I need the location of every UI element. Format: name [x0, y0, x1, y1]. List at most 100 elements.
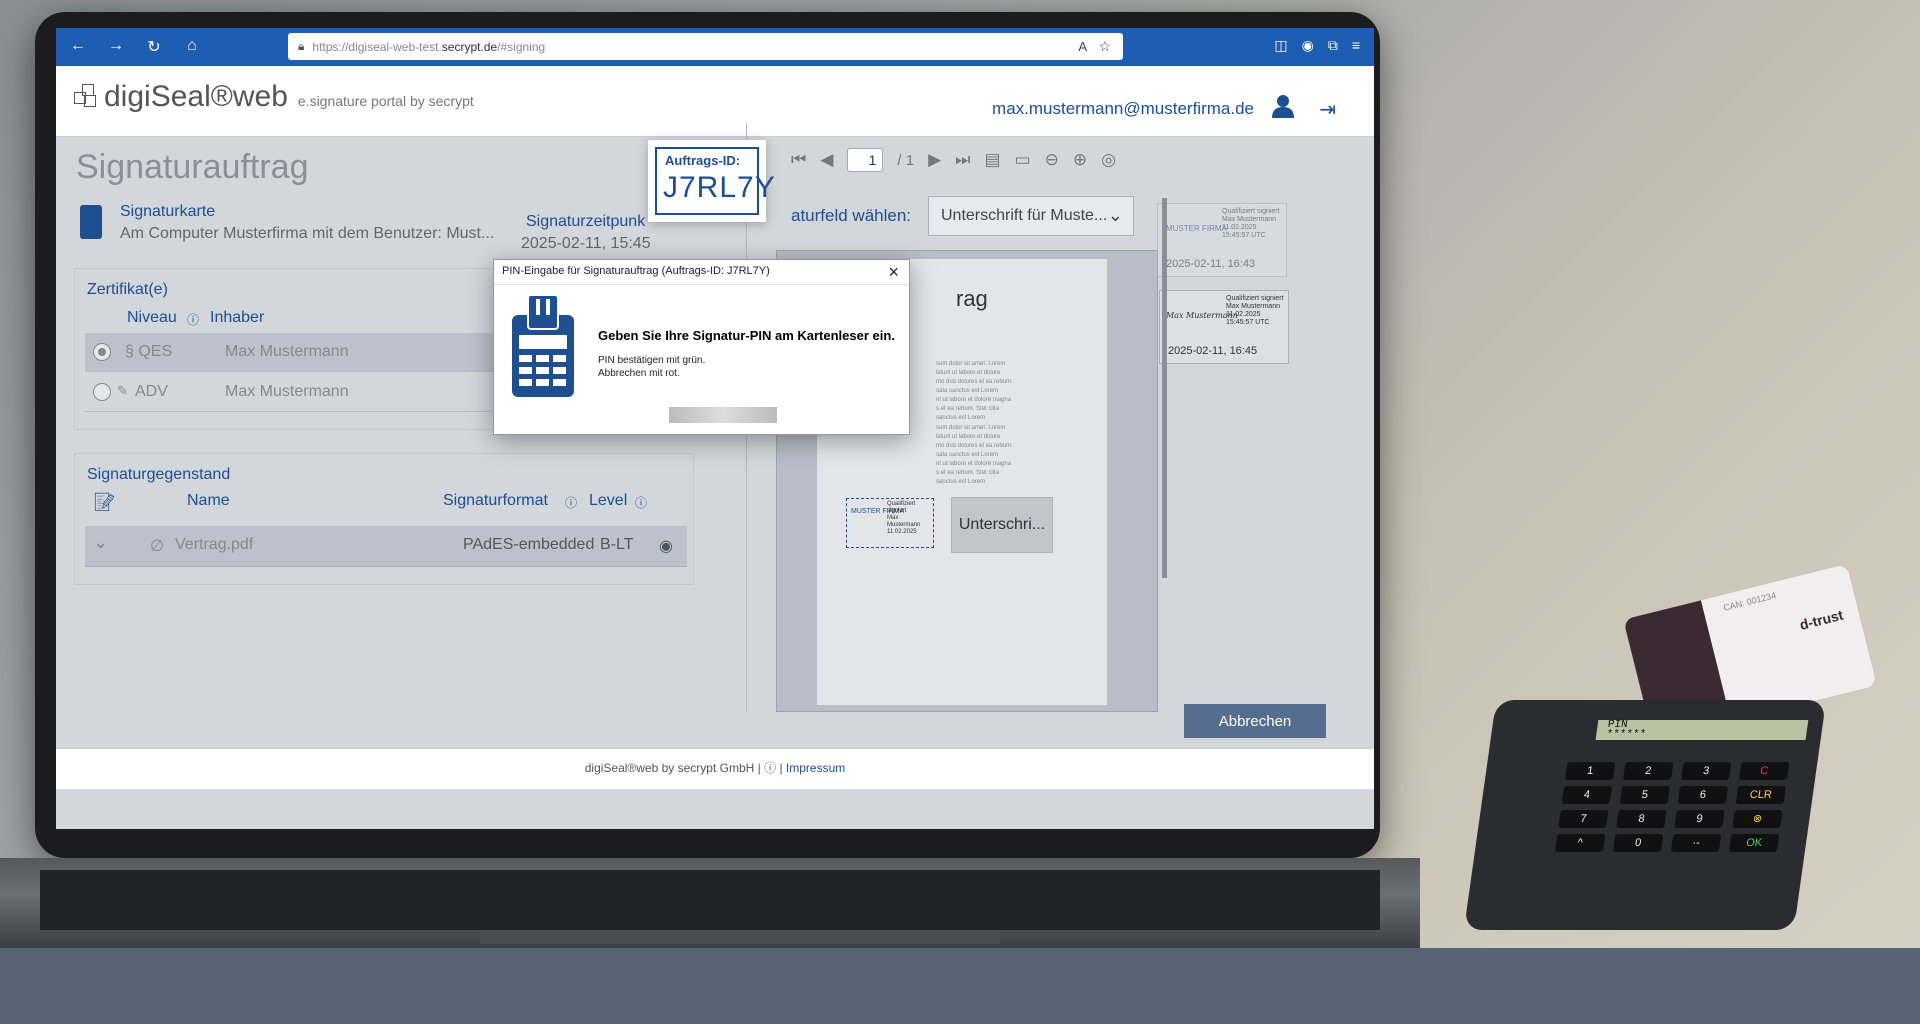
forward-arrow-icon[interactable]: → [106, 37, 126, 57]
dialog-instruction-cancel: Abbrechen mit rot. [598, 368, 680, 379]
order-id-frame: Auftrags-ID: J7RL7Y [655, 147, 775, 215]
zoom-in-icon[interactable]: ⊕ [1073, 150, 1087, 170]
info-icon[interactable]: ⓘ [635, 494, 647, 511]
signature-field-label: aturfeld wählen: [791, 206, 912, 225]
prev-page-icon[interactable]: ◀ [820, 150, 833, 170]
signature-object-row[interactable]: ⌄ ∅ Vertrag.pdf PAdES-embedded B-LT ◉ [85, 526, 687, 567]
signature-thumbnail[interactable]: MUSTER FIRMA Qualifiziert signiert Max M… [1157, 203, 1287, 277]
fit-width-icon[interactable]: ▭ [1015, 150, 1031, 170]
logout-icon[interactable]: ⇥ [1319, 97, 1336, 122]
dialog-title: PIN-Eingabe für Signaturauftrag (Auftrag… [502, 265, 770, 277]
user-icon[interactable] [1272, 94, 1294, 118]
zoom-out-icon[interactable]: ⊖ [1045, 150, 1059, 170]
cancel-button[interactable]: Abbrechen [1184, 704, 1326, 738]
reload-icon[interactable]: ↻ [144, 37, 164, 57]
column-header-level: Level [589, 492, 628, 509]
bookmark-star-icon[interactable]: ☆ [1098, 38, 1111, 55]
reader-key: ⊗ [1732, 810, 1783, 828]
reader-key: CLR [1735, 786, 1787, 804]
radio-adv[interactable] [93, 383, 111, 401]
logo-mark-icon [74, 84, 96, 107]
column-header-format: Signaturformat [443, 492, 548, 509]
card-reader-device: PIN ****** 1 2 3 C 4 5 6 CLR 7 8 9 ⊗ ^ 0 ·- OK [1463, 700, 1827, 930]
signature-field-button[interactable]: Unterschri... [951, 497, 1053, 553]
reader-key: C [1738, 762, 1790, 780]
chip-card-brand: d-trust [1797, 606, 1845, 633]
reader-key: 9 [1674, 810, 1725, 828]
reader-key: 8 [1616, 810, 1667, 828]
home-icon[interactable]: ⌂ [182, 37, 202, 57]
page-title: Signaturauftrag [76, 148, 309, 186]
signature-field-select[interactable]: Unterschrift für Muste... ⌄ [928, 196, 1134, 236]
certificate-level: § QES [125, 343, 173, 360]
document-sign-icon: 📝︎ [93, 492, 116, 512]
signature-stamp[interactable]: MUSTER FIRMA Qualifiziert signiert Max M… [846, 498, 934, 548]
laptop-screen: ← → ↻ ⌂ 🔒︎ https://digiseal-web-test.sec… [56, 28, 1374, 829]
thumbnail-text: Qualifiziert signiert Max Mustermann 11.… [1226, 295, 1284, 326]
document-format: PAdES-embedded [463, 536, 595, 553]
next-page-icon[interactable]: ▶ [928, 150, 941, 170]
card-reader-icon [512, 295, 574, 397]
account-icon[interactable]: ◉ [1302, 37, 1314, 54]
page-number-input[interactable]: 1 [847, 148, 884, 172]
pin-entry-dialog: PIN-Eingabe für Signaturauftrag (Auftrag… [493, 259, 910, 435]
eye-icon[interactable]: ◉ [659, 536, 673, 556]
signature-object-title: Signaturgegenstand [87, 466, 231, 483]
thumbnail-date: 2025-02-11, 16:43 [1166, 258, 1256, 270]
fit-page-icon[interactable]: ▤ [984, 150, 1000, 170]
thumbnail-text: Qualifiziert signiert Max Mustermann 11.… [1222, 208, 1280, 239]
scrollbar[interactable] [1162, 198, 1167, 578]
pen-icon: ✎ [117, 383, 128, 398]
close-icon[interactable]: × [888, 262, 899, 283]
browser-actions: ◫ ◉ ⧉ ≡ [1274, 37, 1360, 54]
reader-display: PIN ****** [1595, 719, 1809, 741]
back-arrow-icon[interactable]: ← [68, 37, 88, 57]
reader-key: 7 [1558, 810, 1609, 828]
radio-qes[interactable] [93, 343, 111, 361]
laptop-keyboard [40, 870, 1380, 930]
pocket-icon[interactable]: ◫ [1274, 37, 1287, 54]
certificates-title: Zertifikat(e) [87, 281, 168, 298]
menu-icon[interactable]: ≡ [1352, 37, 1360, 54]
order-id-label: Auftrags-ID: [665, 153, 741, 168]
info-icon[interactable]: ⓘ [764, 761, 779, 775]
progress-bar [669, 407, 777, 423]
certificate-level: ADV [135, 383, 168, 400]
chip-card-can: CAN: 001234 [1722, 590, 1778, 613]
card-label: Signaturkarte [120, 203, 216, 220]
stamp-text: Qualifiziert signiert Max Mustermann 11.… [887, 501, 921, 535]
info-icon[interactable]: ⓘ [187, 311, 199, 328]
user-email[interactable]: max.mustermann@musterfirma.de [992, 99, 1254, 119]
info-icon[interactable]: ⓘ [565, 494, 577, 511]
document-name: Vertrag.pdf [175, 536, 254, 553]
signature-time-label: Signaturzeitpunk [526, 213, 646, 230]
card-reader-icon [80, 205, 102, 239]
translate-icon[interactable]: A [1078, 39, 1087, 54]
logo-name: digiSeal®web [104, 80, 288, 113]
app-logo: digiSeal®web e.signature portal by secry… [74, 80, 474, 114]
order-id-value: J7RL7Y [663, 171, 776, 204]
imprint-link[interactable]: Impressum [786, 761, 845, 775]
signature-object-panel: Signaturgegenstand 📝︎ Name Signaturforma… [74, 453, 694, 585]
document-text: sum dolor sit amet. Lorem lidunt ut labo… [936, 425, 1013, 485]
chevron-down-icon: ⌄ [1107, 205, 1123, 225]
reader-key: 3 [1680, 762, 1732, 780]
target-icon[interactable]: ◎ [1101, 150, 1116, 170]
logo-subtitle: e.signature portal by secrypt [297, 93, 474, 109]
reader-key: OK [1728, 834, 1780, 852]
desk-surface [0, 948, 1920, 1024]
signature-thumbnail[interactable]: Max Mustermann Qualifiziert signiert Max… [1159, 290, 1289, 364]
document-level: B-LT [600, 536, 634, 553]
document-title: rag [956, 286, 988, 311]
certificate-holder: Max Mustermann [225, 383, 349, 400]
chevron-down-icon[interactable]: ⌄ [93, 532, 108, 553]
certificate-holder: Max Mustermann [225, 343, 349, 360]
footer-text: digiSeal®web by secrypt GmbH | [584, 761, 761, 775]
dialog-separator [494, 284, 909, 285]
signature-time-value: 2025-02-11, 15:45 [521, 235, 651, 252]
dialog-heading: Geben Sie Ihre Signatur-PIN am Kartenles… [598, 328, 895, 343]
extensions-icon[interactable]: ⧉ [1328, 37, 1338, 54]
first-page-icon[interactable]: ⏮ [791, 150, 806, 170]
address-bar[interactable]: 🔒︎ https://digiseal-web-test.secrypt.de/… [288, 33, 1123, 60]
last-page-icon[interactable]: ⏭ [955, 150, 970, 170]
